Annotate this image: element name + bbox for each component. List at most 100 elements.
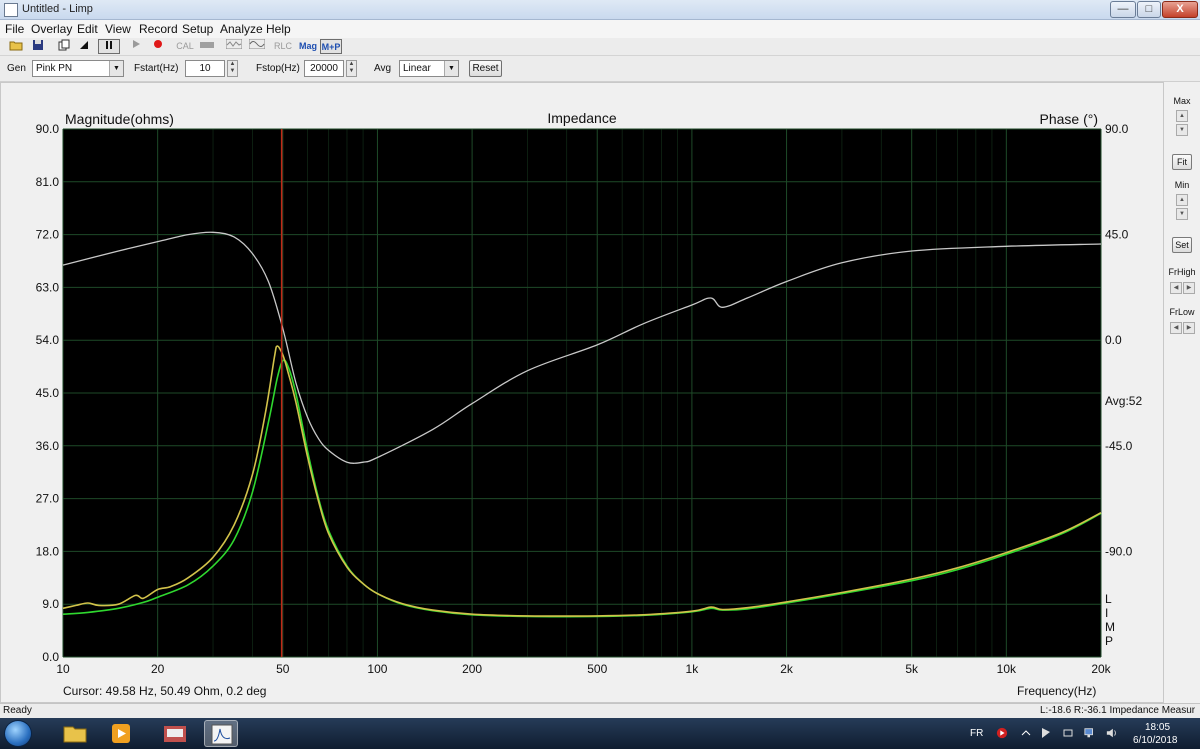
tray-expand-icon[interactable]	[1020, 727, 1032, 739]
cal-button[interactable]: CAL	[174, 39, 196, 54]
impedance-chart[interactable]: Magnitude(ohms) Impedance Phase (°) Freq…	[1, 83, 1165, 704]
x-tick-label: 10k	[997, 662, 1017, 676]
min-up-button[interactable]: ▲	[1176, 194, 1188, 206]
y-tick-label: 9.0	[42, 597, 59, 611]
y2-tick-label: 45.0	[1105, 228, 1129, 242]
sine-icon[interactable]	[248, 38, 266, 54]
toolbox-icon	[164, 726, 186, 742]
x-tick-label: 20k	[1091, 662, 1111, 676]
frhigh-spinner: ◀ ▶	[1170, 282, 1196, 294]
set-button[interactable]: Set	[1172, 237, 1192, 253]
media-player-taskbar-button[interactable]	[104, 720, 138, 747]
y-tick-label: 63.0	[36, 280, 60, 294]
frhigh-label: FrHigh	[1168, 267, 1196, 277]
limp-taskbar-button[interactable]	[204, 720, 238, 747]
chevron-left-icon[interactable]: ◀	[1170, 282, 1182, 294]
y-tick-label: 81.0	[36, 175, 60, 189]
windows-start-icon[interactable]	[4, 720, 32, 747]
chevron-down-icon: ▼	[444, 61, 458, 76]
copy-icon[interactable]	[56, 39, 72, 54]
limp-letter-m: M	[1105, 620, 1115, 634]
minimize-button[interactable]: —	[1110, 1, 1136, 18]
menu-bar: File Overlay Edit View Record Setup Anal…	[0, 20, 1200, 38]
explorer-taskbar-button[interactable]	[58, 720, 92, 747]
chevron-left-icon[interactable]: ◀	[1170, 322, 1182, 334]
avg-readout: Avg:52	[1105, 394, 1142, 408]
gen-label: Gen	[7, 63, 26, 74]
menu-overlay[interactable]: Overlay	[31, 22, 72, 36]
y2-tick-label: 90.0	[1105, 122, 1129, 136]
mag-button[interactable]: Mag	[298, 39, 318, 54]
cursor-readout: Cursor: 49.58 Hz, 50.49 Ohm, 0.2 deg	[63, 684, 266, 698]
frlow-label: FrLow	[1169, 307, 1195, 317]
min-down-button[interactable]: ▼	[1176, 208, 1188, 220]
min-label: Min	[1174, 180, 1190, 190]
record-icon[interactable]	[150, 39, 166, 54]
limp-letter-l: L	[1105, 592, 1112, 606]
avg-select[interactable]: Linear ▼	[399, 60, 459, 77]
reset-button[interactable]: Reset	[469, 60, 502, 77]
plot-panel: Magnitude(ohms) Impedance Phase (°) Freq…	[0, 82, 1164, 703]
app-taskbar-button[interactable]	[158, 720, 192, 747]
power-icon[interactable]	[1062, 727, 1074, 739]
calibrate-bar-icon[interactable]	[198, 39, 216, 54]
avg-value: Linear	[403, 63, 431, 74]
fstop-spinner[interactable]: ▲ ▼	[346, 60, 357, 77]
maximize-button[interactable]: □	[1137, 1, 1161, 18]
menu-record[interactable]: Record	[139, 22, 178, 36]
clock-time[interactable]: 18:05	[1145, 722, 1170, 733]
status-levels: L:-18.6 R:-36.1 Impedance Measur	[1040, 705, 1196, 716]
avg-label: Avg	[374, 63, 392, 74]
control-bar: Gen Pink PN ▼ Fstart(Hz) 10 ▲ ▼ Fstop(Hz)…	[0, 56, 1200, 82]
fstart-spinner[interactable]: ▲ ▼	[227, 60, 238, 77]
action-center-icon[interactable]	[1040, 727, 1052, 739]
magnitude-axis-label: Magnitude(ohms)	[65, 111, 174, 127]
chevron-down-icon: ▼	[109, 61, 123, 76]
language-indicator[interactable]: FR	[970, 728, 983, 739]
marker-icon[interactable]	[76, 39, 92, 54]
save-disk-icon[interactable]	[30, 39, 46, 54]
network-icon[interactable]	[1084, 727, 1096, 739]
y2-tick-label: 0.0	[1105, 333, 1122, 347]
play-icon[interactable]	[128, 39, 144, 54]
menu-analyze[interactable]: Analyze	[220, 22, 263, 36]
max-down-button[interactable]: ▼	[1176, 124, 1188, 136]
limp-letter-i: I	[1105, 606, 1108, 620]
y-tick-label: 72.0	[36, 228, 60, 242]
status-ready: Ready	[3, 705, 32, 716]
tray-app-icon[interactable]	[996, 727, 1008, 739]
clock-date[interactable]: 6/10/2018	[1133, 735, 1178, 746]
toolbar: CAL RLC Mag M+P	[0, 38, 1200, 56]
close-button[interactable]: X	[1162, 1, 1198, 18]
fstart-label: Fstart(Hz)	[134, 63, 179, 74]
chart-title: Impedance	[547, 110, 616, 126]
menu-file[interactable]: File	[5, 22, 24, 36]
rlc-button[interactable]: RLC	[272, 39, 294, 54]
limp-letter-p: P	[1105, 634, 1113, 648]
chevron-right-icon[interactable]: ▶	[1183, 322, 1195, 334]
phase-axis-label: Phase (°)	[1039, 111, 1098, 127]
menu-view[interactable]: View	[105, 22, 131, 36]
menu-setup[interactable]: Setup	[182, 22, 213, 36]
y2-tick-label: -45.0	[1105, 439, 1133, 453]
mag-phase-button[interactable]: M+P	[320, 39, 342, 54]
menu-edit[interactable]: Edit	[77, 22, 98, 36]
max-up-button[interactable]: ▲	[1176, 110, 1188, 122]
waveform-icon[interactable]	[225, 38, 243, 54]
gen-select[interactable]: Pink PN ▼	[32, 60, 124, 77]
chevron-right-icon[interactable]: ▶	[1183, 282, 1195, 294]
fstart-input[interactable]: 10	[185, 60, 225, 77]
open-folder-icon[interactable]	[8, 39, 24, 54]
app-icon	[4, 3, 18, 17]
x-tick-label: 200	[462, 662, 482, 676]
taskbar: FR 18:05 6/10/2018	[0, 718, 1200, 749]
menu-help[interactable]: Help	[266, 22, 291, 36]
fit-button[interactable]: Fit	[1172, 154, 1192, 170]
volume-icon[interactable]	[1106, 727, 1118, 739]
pause-icon[interactable]	[98, 39, 120, 54]
y-tick-label: 27.0	[36, 492, 60, 506]
folder-icon	[63, 726, 87, 743]
fstop-input[interactable]: 20000	[304, 60, 344, 77]
y2-tick-label: -90.0	[1105, 544, 1133, 558]
y-tick-label: 18.0	[36, 544, 60, 558]
